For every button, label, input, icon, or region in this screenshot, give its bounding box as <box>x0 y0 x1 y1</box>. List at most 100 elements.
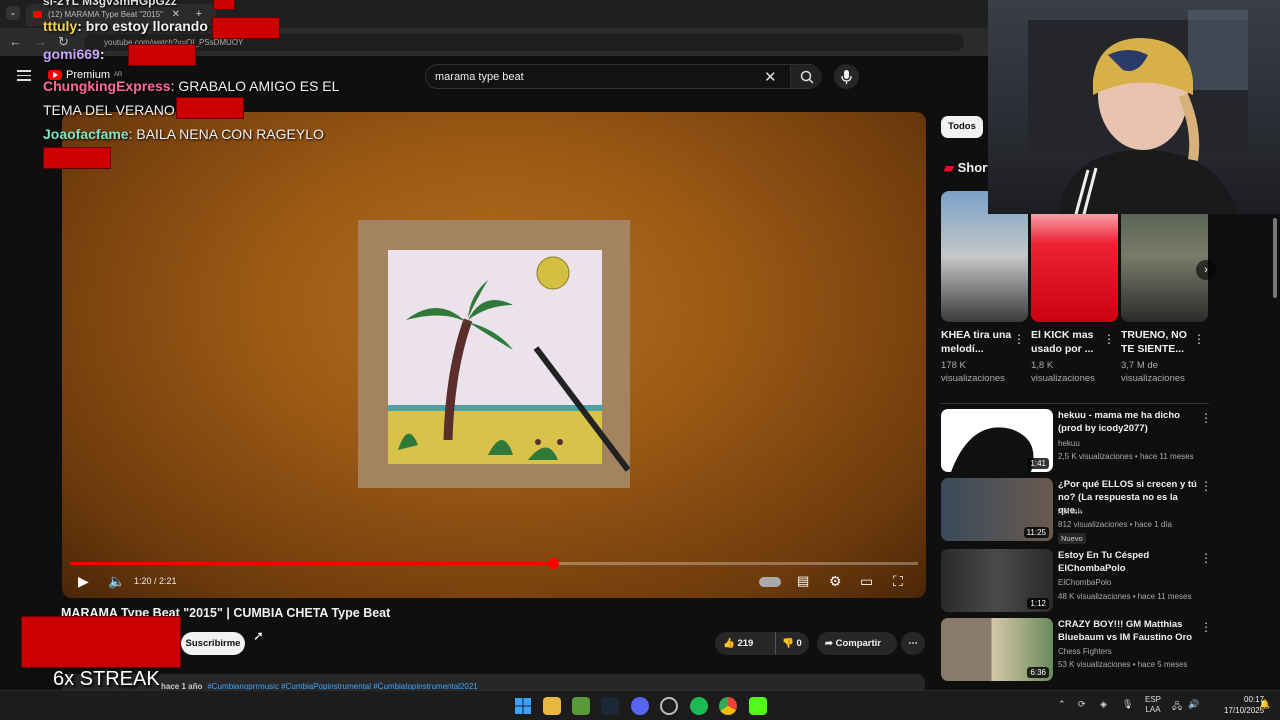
dislike-count: 0 <box>796 638 802 649</box>
video-meta: 48 K visualizaciones • hace 11 meses <box>1058 592 1192 601</box>
share-button[interactable]: ➦ Compartir <box>817 632 897 655</box>
short-title[interactable]: TRUENO, NO TE SIENTE... <box>1121 328 1193 356</box>
share-label: Compartir <box>835 638 882 649</box>
webcam-overlay <box>988 0 1280 214</box>
shorts-icon: ▰ <box>944 160 954 175</box>
chat-message: tttuly: bro estoy llorando <box>43 18 208 34</box>
settings-gear-icon[interactable]: ⚙ <box>829 573 842 590</box>
short-menu-icon[interactable]: ⋮ <box>1193 332 1205 346</box>
search-box[interactable]: marama type beat ✕ <box>425 64 822 89</box>
video-menu-icon[interactable]: ⋮ <box>1200 620 1212 634</box>
language-indicator[interactable]: ESP LAA <box>1145 695 1161 715</box>
short-menu-icon[interactable]: ⋮ <box>1013 332 1025 346</box>
steam-icon[interactable] <box>601 697 619 715</box>
dislike-button[interactable]: 👎 0 <box>775 632 802 655</box>
seek-bar[interactable] <box>70 558 918 569</box>
clear-search-icon[interactable]: ✕ <box>764 68 777 86</box>
video-meta: 812 visualizaciones • hace 1 día <box>1058 520 1172 529</box>
subscribe-button[interactable]: Suscribirme <box>181 632 245 655</box>
short-title[interactable]: KHEA tira una melodí... <box>941 328 1013 356</box>
scrollbar-thumb[interactable] <box>1273 218 1277 298</box>
kick-icon[interactable] <box>749 697 767 715</box>
video-menu-icon[interactable]: ⋮ <box>1200 551 1212 565</box>
chat-username: ChungkingExpress <box>43 78 171 94</box>
new-badge: Nuevo <box>1058 532 1086 546</box>
short-views: 178 K visualizaciones <box>941 360 1005 384</box>
emote <box>128 44 196 66</box>
emote <box>176 97 244 119</box>
channel-name[interactable]: Chess Fighters <box>1058 645 1112 659</box>
chat-username: tttuly <box>43 18 78 34</box>
youtube-favicon-icon <box>33 11 42 18</box>
subtitles-icon[interactable]: ▤ <box>797 573 809 589</box>
search-icon <box>800 70 814 84</box>
seek-bar-fill <box>70 562 554 565</box>
video-thumbnail[interactable]: 1:41 <box>941 409 1053 472</box>
chevron-right-icon[interactable]: › <box>1196 260 1216 280</box>
channel-name[interactable]: hekuu <box>1058 437 1080 451</box>
seek-bar-handle[interactable] <box>548 558 560 569</box>
tab-list-dropdown-icon[interactable]: ⌄ <box>6 6 20 20</box>
chat-message: Joaofacfame: BAILA NENA CON RAGEYLO <box>43 126 324 142</box>
scrollbar[interactable] <box>1272 214 1278 684</box>
file-explorer-icon[interactable] <box>543 697 561 715</box>
emote <box>212 17 280 39</box>
discord-icon[interactable] <box>631 697 649 715</box>
chat-username: Joaofacfame <box>43 126 129 142</box>
emote <box>43 147 111 169</box>
duration-badge: 11:25 <box>1023 527 1049 538</box>
tray-overflow-icon[interactable]: ⌃ <box>1058 699 1066 710</box>
video-player[interactable]: ▶ 🔈 1:20 / 2:21 ▤ ⚙ ▭ ⛶ <box>62 112 926 598</box>
channel-name[interactable]: ElChombaPolo <box>1058 576 1111 590</box>
duration-badge: 1:41 <box>1027 458 1049 469</box>
search-input[interactable]: marama type beat <box>435 71 524 83</box>
video-title-link[interactable]: Estoy En Tu Césped ElChombaPolo <box>1058 549 1198 575</box>
theater-mode-icon[interactable]: ▭ <box>860 573 873 590</box>
fullscreen-icon[interactable]: ⛶ <box>893 573 903 590</box>
search-button[interactable] <box>790 65 822 88</box>
tray-app-icon[interactable]: ⟳ <box>1078 699 1086 710</box>
short-views: 1,8 K visualizaciones <box>1031 360 1095 384</box>
channel-name[interactable]: Almich <box>1058 505 1082 519</box>
emote <box>213 0 235 10</box>
menu-icon[interactable] <box>17 70 31 84</box>
like-button[interactable]: 👍 219 <box>723 632 753 655</box>
video-menu-icon[interactable]: ⋮ <box>1200 411 1212 425</box>
video-title-link[interactable]: hekuu - mama me ha dicho (prod by icody2… <box>1058 409 1198 435</box>
chat-text: BAILA NENA CON RAGEYLO <box>136 126 324 142</box>
network-icon[interactable]: 🖧 <box>1172 699 1182 715</box>
chat-username: gomi669 <box>43 46 100 62</box>
microphone-tray-icon[interactable]: 🎙 <box>1122 699 1133 710</box>
notification-icon[interactable]: 🔔 <box>1259 699 1270 710</box>
video-artwork <box>358 220 630 488</box>
time-display: 1:20 / 2:21 <box>134 576 177 586</box>
pencil-icon <box>533 346 630 472</box>
duration-badge: 6:36 <box>1027 667 1049 678</box>
duration-badge: 1:12 <box>1027 598 1049 609</box>
short-views: 3,7 M de visualizaciones <box>1121 360 1185 384</box>
back-icon[interactable]: ← <box>9 34 22 49</box>
filter-chip-all[interactable]: Todos <box>941 116 983 138</box>
minecraft-icon[interactable] <box>572 697 590 715</box>
autoplay-toggle[interactable] <box>759 577 781 587</box>
play-icon[interactable]: ▶ <box>78 573 89 590</box>
spotify-icon[interactable] <box>690 697 708 715</box>
tray-app-icon[interactable]: ◈ <box>1100 699 1107 710</box>
video-menu-icon[interactable]: ⋮ <box>1200 479 1212 493</box>
video-title-link[interactable]: CRAZY BOY!!! GM Matthias Bluebaum vs IM … <box>1058 618 1198 644</box>
volume-icon[interactable]: 🔈 <box>108 573 125 590</box>
more-actions-button[interactable]: ⋯ <box>901 632 925 655</box>
video-thumbnail[interactable]: 1:12 <box>941 549 1053 612</box>
streamer-webcam <box>1028 10 1248 214</box>
video-thumbnail[interactable]: 11:25 <box>941 478 1053 541</box>
windows-start-icon[interactable] <box>514 697 532 715</box>
obs-icon[interactable] <box>660 697 678 715</box>
video-thumbnail[interactable]: 6:36 <box>941 618 1053 681</box>
short-title[interactable]: El KICK mas usado por ... <box>1031 328 1103 356</box>
speaker-icon[interactable]: 🔊 <box>1188 699 1199 710</box>
video-meta: 53 K visualizaciones • hace 5 meses <box>1058 660 1188 669</box>
mouse-cursor-icon: ➚ <box>253 628 264 643</box>
voice-search-button[interactable] <box>834 64 859 89</box>
short-menu-icon[interactable]: ⋮ <box>1103 332 1115 346</box>
chrome-icon[interactable] <box>719 697 737 715</box>
